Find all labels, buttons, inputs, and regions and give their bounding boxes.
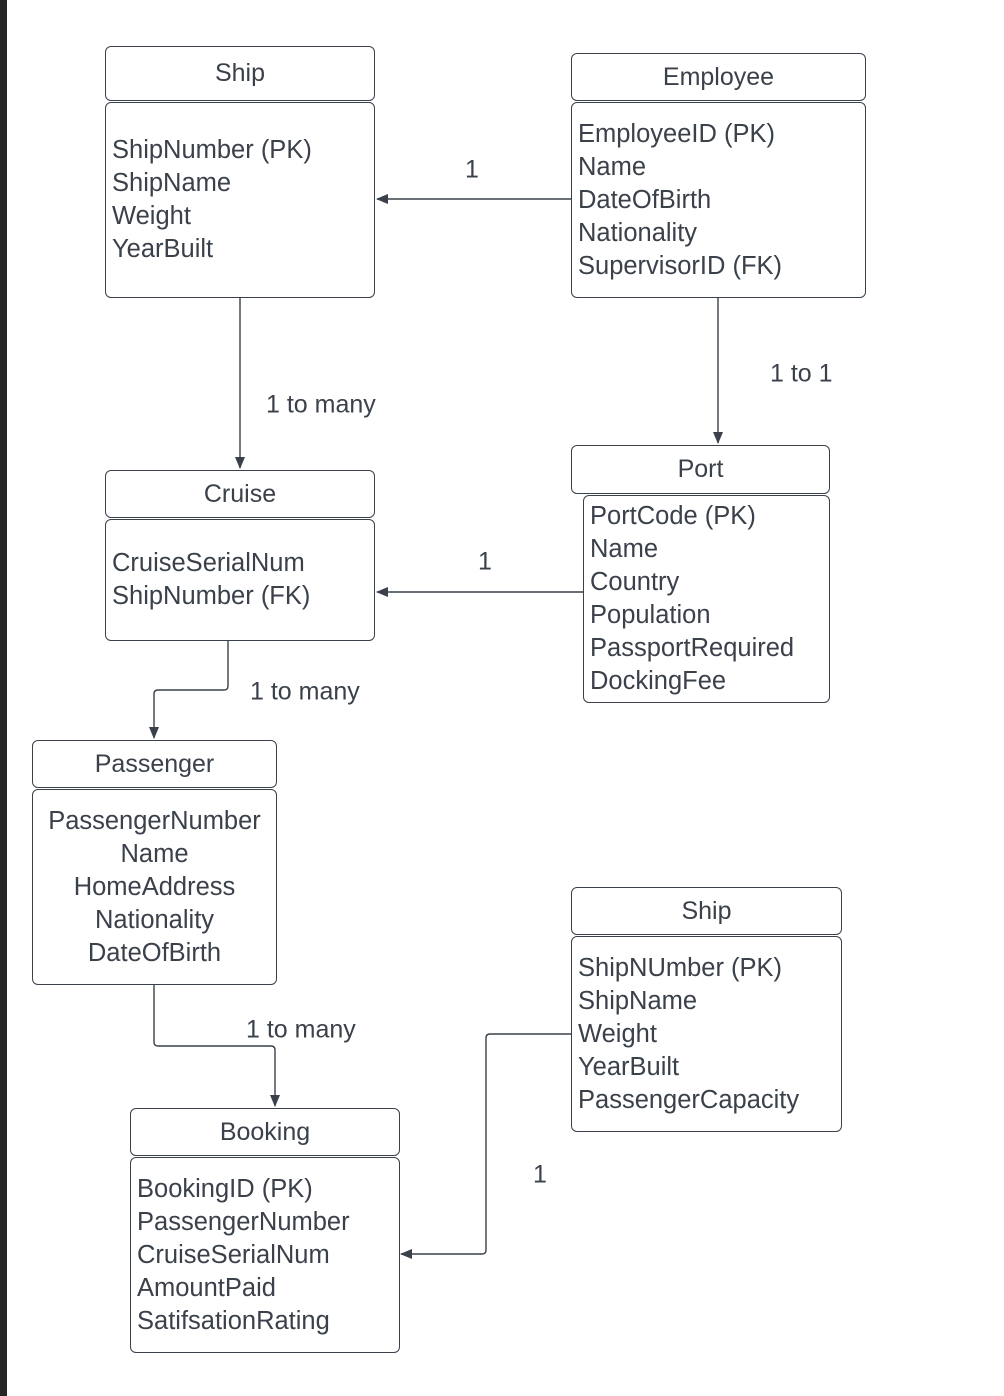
relationship-label: 1 to many [266, 390, 376, 419]
entity-attribute: Name [578, 152, 647, 181]
entity-title: Cruise [203, 479, 277, 508]
entity-attribute: Nationality [578, 218, 698, 247]
entity-attribute: Country [590, 568, 680, 596]
entity-attribute: Name [120, 839, 189, 868]
entity-title: Port [677, 455, 724, 483]
entity-attribute: PassengerCapacity [578, 1085, 800, 1114]
entity-attribute: AmountPaid [137, 1273, 276, 1302]
entity-attribute: PassengerNumber [48, 806, 261, 835]
entity-attribute: CruiseSerialNum [137, 1240, 330, 1269]
entity-attribute: ShipNUmber (PK) [578, 953, 783, 982]
relationship-label: 1 [478, 547, 492, 576]
relationship-label: 1 [533, 1160, 547, 1189]
relationship-label: 1 [465, 155, 479, 184]
entity-ship-body[interactable]: ShipNumber (PK) ShipName Weight YearBuilt [105, 102, 375, 298]
entity-attribute: YearBuilt [578, 1052, 680, 1081]
entity-attribute: CruiseSerialNum [112, 549, 305, 577]
entity-attribute: Weight [578, 1019, 657, 1048]
entity-title: Ship [214, 59, 266, 87]
entity-ship-header[interactable]: Ship [105, 46, 375, 101]
entity-attribute: PassportRequired [590, 634, 795, 662]
entity-attribute: PortCode (PK) [590, 502, 756, 530]
entity-ship2-body[interactable]: ShipNUmber (PK) ShipName Weight YearBuilt Pa… [571, 936, 842, 1132]
entity-title: Ship [681, 896, 732, 925]
entity-attribute: SupervisorID (FK) [578, 251, 783, 280]
relationship-label: 1 to many [250, 677, 360, 706]
entity-cruise-body[interactable]: CruiseSerialNum ShipNumber (FK) [105, 519, 375, 641]
connector-cruise-passenger [149, 640, 229, 739]
entity-title: Passenger [94, 749, 215, 778]
entity-passenger-body[interactable]: PassengerNumber Name HomeAddress Nationalit… [32, 789, 277, 985]
entity-attribute: HomeAddress [73, 872, 236, 901]
entity-attribute: EmployeeID (PK) [578, 119, 775, 148]
entity-employee-body[interactable]: EmployeeID (PK) Name DateOfBirth Nationalit… [571, 102, 866, 298]
entity-booking-header[interactable]: Booking [130, 1108, 400, 1156]
entity-booking-body[interactable]: BookingID (PK) PassengerNumber CruiseSeria… [130, 1157, 400, 1353]
entity-attribute: ShipName [112, 169, 232, 197]
entity-ship2-header[interactable]: Ship [571, 887, 842, 935]
entity-port-body[interactable]: PortCode (PK) Name Country Population Passpo… [583, 495, 830, 703]
entity-title: Booking [219, 1117, 311, 1146]
entity-attribute: SatifsationRating [137, 1306, 330, 1335]
entity-cruise-header[interactable]: Cruise [105, 470, 375, 518]
entity-passenger-header[interactable]: Passenger [32, 740, 277, 788]
entity-attribute: ShipName [578, 986, 698, 1015]
entity-attribute: ShipNumber (PK) [112, 136, 312, 164]
connector-ship2-booking [400, 1033, 571, 1259]
entity-attribute: Population [590, 601, 711, 629]
entity-title: Employee [662, 62, 775, 91]
entity-attribute: Weight [112, 202, 191, 230]
entity-attribute: Nationality [94, 905, 215, 934]
entity-attribute: DateOfBirth [578, 185, 712, 214]
entity-attribute: BookingID (PK) [137, 1174, 313, 1203]
entity-attribute: DockingFee [590, 667, 727, 695]
relationship-label: 1 to 1 [770, 359, 833, 388]
connector-passenger-booking [153, 984, 280, 1107]
entity-attribute: YearBuilt [112, 235, 214, 263]
entity-attribute: ShipNumber (FK) [112, 582, 311, 610]
relationship-label: 1 to many [246, 1015, 356, 1044]
entity-attribute: PassengerNumber [137, 1207, 350, 1236]
entity-port-header[interactable]: Port [571, 445, 830, 494]
entity-attribute: Name [590, 535, 659, 563]
entity-employee-header[interactable]: Employee [571, 53, 866, 101]
entity-attribute: DateOfBirth [87, 938, 222, 967]
